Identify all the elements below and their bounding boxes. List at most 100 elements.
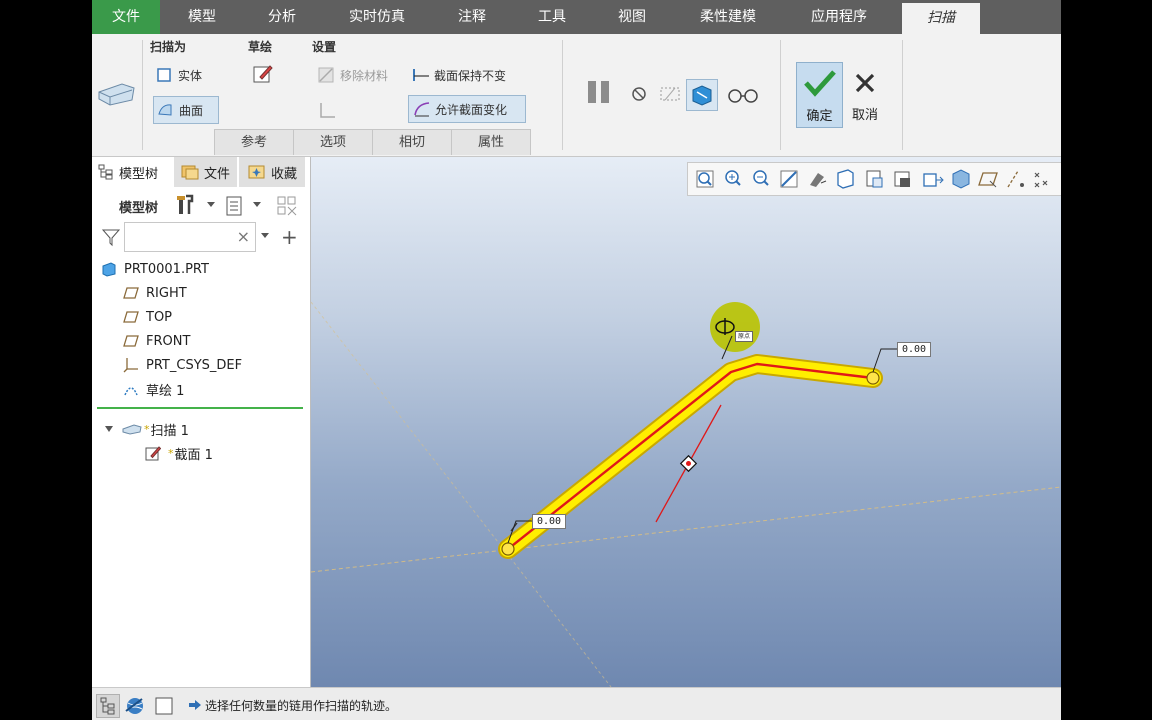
chevron-down-icon[interactable]	[260, 232, 270, 240]
subtab-references[interactable]: 参考	[214, 129, 293, 155]
panel-tab-model-tree-label: 模型树	[119, 166, 159, 182]
sweep-as-label: 扫描为	[150, 40, 187, 54]
remove-material-icon	[318, 67, 334, 83]
tree-item-label: FRONT	[146, 333, 191, 349]
tree-filter-grid-icon[interactable]	[275, 194, 299, 218]
thicken-icon[interactable]	[318, 101, 338, 119]
insert-here-indicator[interactable]	[97, 407, 303, 409]
clear-search-icon[interactable]: ×	[237, 227, 250, 246]
checkmark-icon	[804, 70, 836, 97]
allow-section-change-label: 允许截面变化	[435, 102, 508, 117]
tree-item-label: PRT_CSYS_DEF	[146, 357, 243, 373]
tree-item-sweep-1[interactable]: * 扫描 1	[104, 418, 189, 440]
status-bar: 选择任何数量的链用作扫描的轨迹。	[92, 687, 1061, 720]
tree-settings-tools-icon[interactable]	[176, 193, 198, 217]
graphics-viewport[interactable]: 原点 0.00 0.00	[311, 157, 1061, 687]
filter-funnel-icon[interactable]	[101, 227, 121, 247]
section-origin-dot	[686, 461, 691, 466]
status-message: 选择任何数量的链用作扫描的轨迹。	[205, 699, 398, 713]
view-toolbar	[687, 162, 1061, 196]
datum-plane-trace	[311, 486, 1061, 573]
surface-option[interactable]: 曲面	[153, 96, 219, 124]
keep-section-option[interactable]: 截面保持不变	[412, 62, 506, 88]
point-display-icon[interactable]	[1034, 172, 1048, 188]
panel-tab-favorites-label: 收藏	[271, 166, 298, 182]
panel-tab-model-tree[interactable]: 模型树	[96, 157, 172, 187]
tab-tools[interactable]: 工具	[524, 0, 580, 34]
view-manager-icon[interactable]	[894, 171, 910, 187]
pause-icon[interactable]	[586, 79, 612, 105]
viewport-canvas	[311, 301, 1061, 687]
tab-applications[interactable]: 应用程序	[794, 0, 884, 34]
tab-model[interactable]: 模型	[172, 0, 232, 34]
zoom-in-icon[interactable]	[725, 170, 741, 186]
subtab-properties[interactable]: 属性	[451, 129, 531, 155]
refit-icon[interactable]	[696, 170, 714, 188]
add-filter-icon[interactable]: +	[281, 225, 298, 249]
tab-analysis[interactable]: 分析	[254, 0, 310, 34]
panel-tab-files[interactable]: 文件	[174, 157, 237, 187]
panel-tab-favorites[interactable]: 收藏	[239, 157, 305, 187]
chevron-down-icon[interactable]	[104, 424, 114, 434]
verify-glasses-icon[interactable]	[726, 84, 760, 104]
sweep-app-window: 文件 模型 分析 实时仿真 注释 工具 视图 柔性建模 应用程序 扫描 扫描为 …	[92, 0, 1061, 720]
toggle-navigator-button[interactable]	[96, 694, 120, 718]
tree-item-sketch-1[interactable]: 草绘 1	[123, 378, 184, 400]
subtab-tangency[interactable]: 相切	[372, 129, 451, 155]
sweep-dashboard: 扫描为 实体 曲面 草绘 设置 移除材料 截面保持不变 允许截面变化 确定 取消…	[92, 34, 1061, 157]
start-depth-dimension[interactable]: 0.00	[532, 514, 567, 529]
surface-label: 曲面	[179, 103, 204, 118]
cancel-button[interactable]: 取消	[844, 62, 886, 126]
display-style-icon[interactable]	[810, 173, 827, 187]
tab-annotate[interactable]: 注释	[444, 0, 500, 34]
datum-plane-icon	[123, 285, 139, 301]
confirm-button[interactable]: 确定	[796, 62, 843, 128]
tab-realtime-sim[interactable]: 实时仿真	[332, 0, 422, 34]
tree-item-label: 草绘 1	[146, 383, 185, 399]
tree-root-part[interactable]: PRT0001.PRT	[101, 258, 209, 280]
tree-item-right-plane[interactable]: RIGHT	[123, 282, 187, 304]
sketch-icon[interactable]	[252, 63, 274, 85]
tree-item-label: 截面 1	[174, 447, 213, 463]
stop-icon[interactable]	[631, 86, 647, 102]
tree-item-top-plane[interactable]: TOP	[123, 306, 172, 328]
tab-view[interactable]: 视图	[604, 0, 660, 34]
axis-display-icon[interactable]	[1007, 170, 1024, 188]
subtab-options[interactable]: 选项	[293, 129, 372, 155]
cancel-label: 取消	[851, 108, 878, 123]
browser-globe-icon[interactable]	[124, 695, 146, 717]
no-preview-icon[interactable]	[657, 84, 683, 104]
constant-section-icon	[412, 67, 429, 83]
saved-views-icon[interactable]	[866, 170, 883, 188]
tab-sweep[interactable]: 扫描	[902, 3, 980, 34]
tab-flexible-modeling[interactable]: 柔性建模	[686, 0, 770, 34]
datum-display-icon[interactable]	[978, 172, 998, 188]
view-toolbar-icons	[696, 169, 1048, 189]
origin-tag: 原点	[735, 331, 754, 342]
tree-show-icon[interactable]	[224, 195, 246, 217]
new-feature-marker: *	[168, 446, 174, 460]
new-feature-marker: *	[144, 422, 150, 436]
allow-section-change-option[interactable]: 允许截面变化	[408, 95, 526, 123]
chevron-down-icon[interactable]	[206, 201, 216, 209]
tree-item-section-1[interactable]: * 截面 1	[145, 442, 213, 464]
shading-icon[interactable]	[952, 169, 970, 189]
trajectory-end-point[interactable]	[866, 371, 880, 385]
tree-item-csys[interactable]: PRT_CSYS_DEF	[123, 354, 242, 376]
saved-orientations-icon[interactable]	[837, 169, 854, 189]
tab-file[interactable]: 文件	[92, 0, 160, 34]
remove-material-label: 移除材料	[340, 68, 389, 83]
repaint-icon[interactable]	[780, 170, 798, 188]
chevron-down-icon[interactable]	[252, 201, 262, 209]
rotate-handle-icon[interactable]	[713, 315, 737, 339]
zoom-out-icon[interactable]	[753, 170, 769, 186]
tree-item-front-plane[interactable]: FRONT	[123, 330, 190, 352]
solid-option[interactable]: 实体	[156, 62, 202, 88]
perspective-icon[interactable]	[923, 173, 944, 187]
tree-search-input[interactable]: ×	[124, 222, 256, 252]
trajectory-start-point[interactable]	[501, 542, 515, 556]
preview-toggle[interactable]	[686, 79, 718, 111]
end-depth-dimension[interactable]: 0.00	[897, 342, 932, 357]
remove-material-option[interactable]: 移除材料	[318, 62, 388, 88]
full-screen-icon[interactable]	[154, 696, 174, 716]
